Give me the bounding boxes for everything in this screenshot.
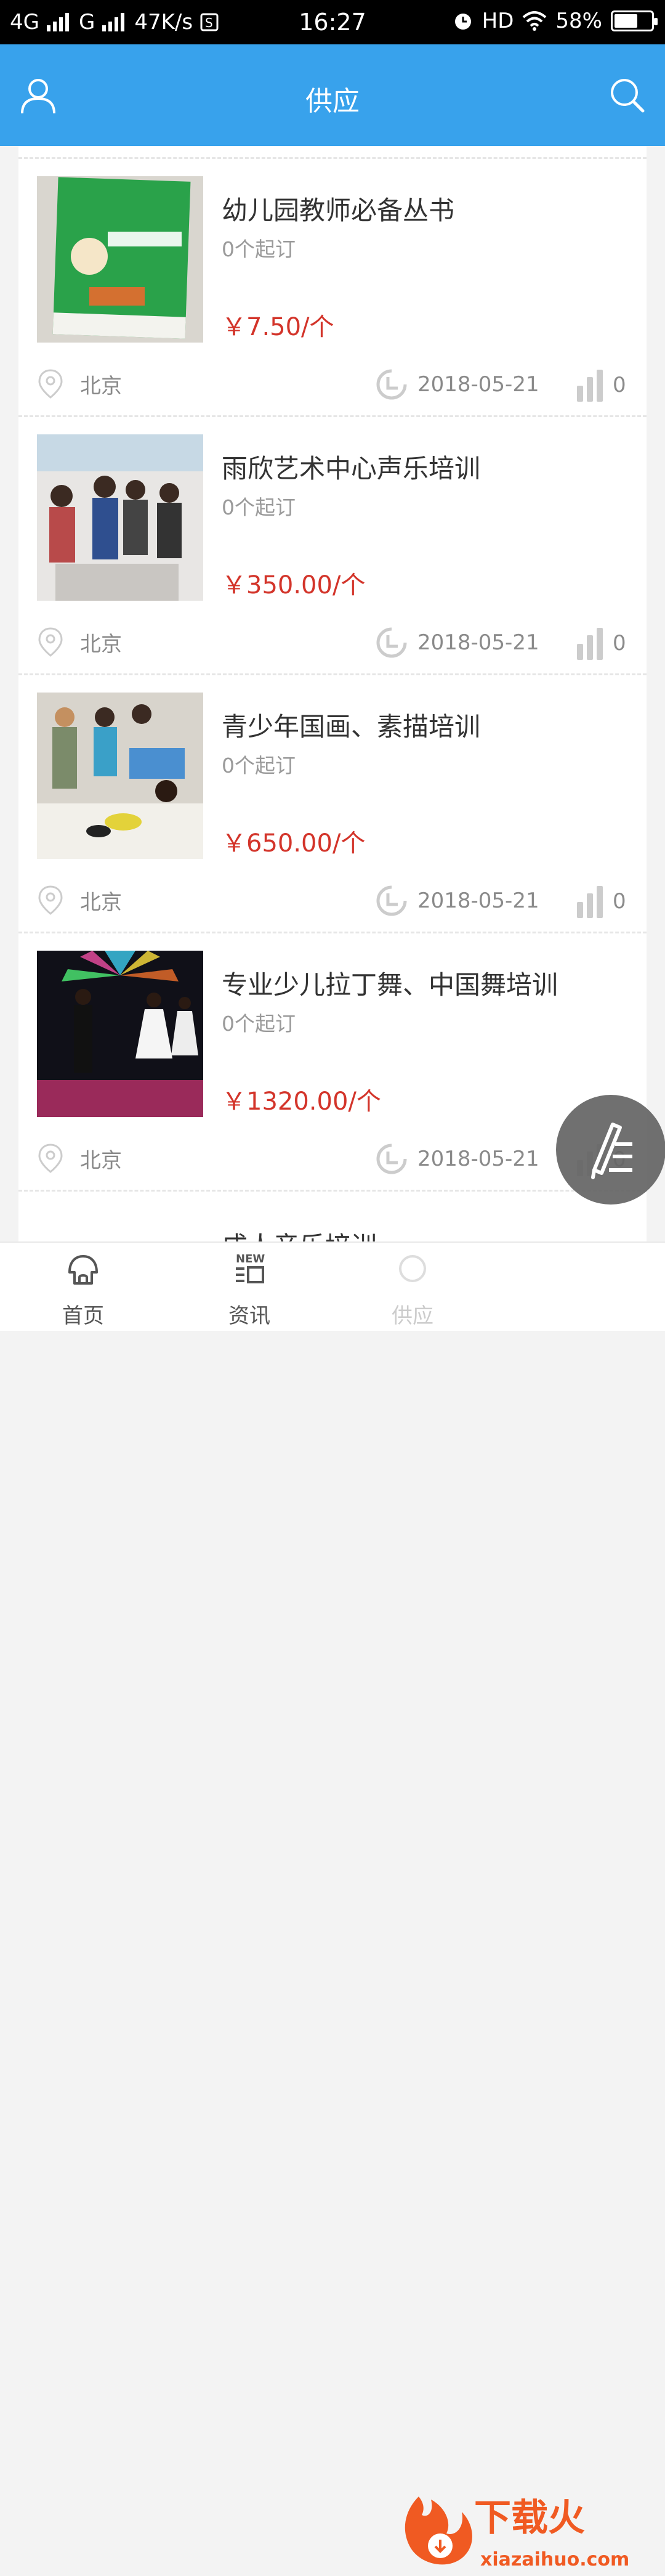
news-badge: NEW (236, 1253, 265, 1266)
item-price: ￥7.50/个 (222, 313, 334, 341)
item-location: 北京 (37, 627, 122, 657)
item-location: 北京 (37, 368, 122, 399)
item-title: 雨欣艺术中心声乐培训 (222, 453, 481, 484)
bottom-nav: 首页 NEW 资讯 供应 下载火 xiazaihuo.com (0, 1241, 665, 2570)
item-date: 2018-05-21 (376, 1143, 539, 1175)
item-price: ￥350.00/个 (222, 571, 366, 599)
item-price: ￥650.00/个 (222, 829, 366, 858)
clock-icon (376, 1144, 407, 1174)
item-date: 2018-05-21 (376, 627, 539, 659)
bar-stats-icon (577, 628, 603, 660)
item-title: 成人音乐培训 (222, 1225, 377, 1241)
publish-button[interactable] (556, 1095, 665, 1205)
item-thumbnail (37, 693, 203, 859)
item-min-order: 0个起订 (222, 1012, 296, 1036)
search-icon[interactable] (607, 75, 647, 115)
item-thumbnail (37, 434, 203, 601)
date-text: 2018-05-21 (417, 888, 539, 913)
supply-list: 幼儿园教师必备丛书 0个起订 ￥7.50/个 北京 2018-05-21 0 雨… (18, 146, 647, 1241)
item-location: 北京 (37, 1143, 122, 1174)
supply-icon (399, 1255, 426, 1282)
list-item[interactable]: 成人音乐培训 (18, 1190, 647, 1241)
nav-news[interactable]: NEW 资讯 (200, 1251, 299, 1329)
location-text: 北京 (80, 890, 122, 915)
watermark-url: xiazaihuo.com (480, 2549, 629, 2570)
clock-icon (376, 885, 407, 916)
bar-stats-icon (577, 370, 603, 402)
nav-news-label: 资讯 (228, 1304, 270, 1328)
item-min-order: 0个起订 (222, 495, 296, 519)
item-title: 青少年国画、素描培训 (222, 712, 481, 742)
view-count: 0 (613, 631, 626, 656)
list-item[interactable]: 幼儿园教师必备丛书 0个起订 ￥7.50/个 北京 2018-05-21 0 (18, 157, 647, 415)
home-icon (68, 1255, 98, 1285)
list-item[interactable]: 雨欣艺术中心声乐培训 0个起订 ￥350.00/个 北京 2018-05-21 … (18, 415, 647, 673)
battery-icon (611, 10, 658, 31)
item-thumbnail (37, 176, 203, 343)
edit-list-icon (591, 1123, 632, 1179)
app-header: 供应 (0, 44, 665, 146)
view-count: 0 (613, 373, 626, 397)
item-date: 2018-05-21 (376, 885, 539, 917)
battery-percent: 58% (555, 9, 602, 33)
item-views: 0 (576, 627, 626, 660)
location-pin-icon (38, 885, 63, 915)
page-title: 供应 (305, 86, 360, 117)
nav-supply[interactable]: 供应 (363, 1251, 462, 1329)
item-price: ￥1320.00/个 (222, 1087, 381, 1116)
wifi-icon (523, 11, 547, 31)
item-min-order: 0个起订 (222, 754, 296, 778)
item-title: 幼儿园教师必备丛书 (222, 195, 455, 226)
item-date: 2018-05-21 (376, 368, 539, 400)
item-views: 0 (576, 368, 626, 402)
alarm-icon (454, 14, 471, 30)
bar-stats-icon (577, 886, 603, 918)
clock-icon (376, 369, 407, 400)
clock-icon (376, 627, 407, 658)
location-text: 北京 (80, 632, 122, 657)
nav-home[interactable]: 首页 (34, 1251, 132, 1329)
watermark-logo: 下载火 xiazaihuo.com (394, 2484, 665, 2574)
date-text: 2018-05-21 (417, 372, 539, 397)
item-location: 北京 (37, 885, 122, 916)
date-text: 2018-05-21 (417, 630, 539, 655)
item-views: 0 (576, 885, 626, 918)
location-pin-icon (38, 369, 63, 399)
date-text: 2018-05-21 (417, 1147, 539, 1171)
location-text: 北京 (80, 373, 122, 399)
news-icon: NEW (236, 1253, 265, 1283)
item-min-order: 0个起订 (222, 237, 296, 261)
status-bar: 4G G 47K/s S 16:27 HD 58% (0, 0, 665, 44)
list-item[interactable]: 专业少儿拉丁舞、中国舞培训 0个起订 ￥1320.00/个 北京 2018-05… (18, 932, 647, 1190)
item-title: 专业少儿拉丁舞、中国舞培训 (222, 970, 558, 1000)
nav-home-label: 首页 (62, 1304, 104, 1328)
view-count: 0 (613, 889, 626, 914)
nav-supply-label: 供应 (392, 1304, 433, 1328)
hd-indicator: HD (482, 9, 514, 33)
watermark-brand: 下载火 (474, 2497, 585, 2540)
location-pin-icon (38, 627, 63, 657)
location-pin-icon (38, 1144, 63, 1173)
list-item[interactable]: 青少年国画、素描培训 0个起订 ￥650.00/个 北京 2018-05-21 … (18, 673, 647, 932)
item-thumbnail (37, 951, 203, 1117)
location-text: 北京 (80, 1148, 122, 1173)
